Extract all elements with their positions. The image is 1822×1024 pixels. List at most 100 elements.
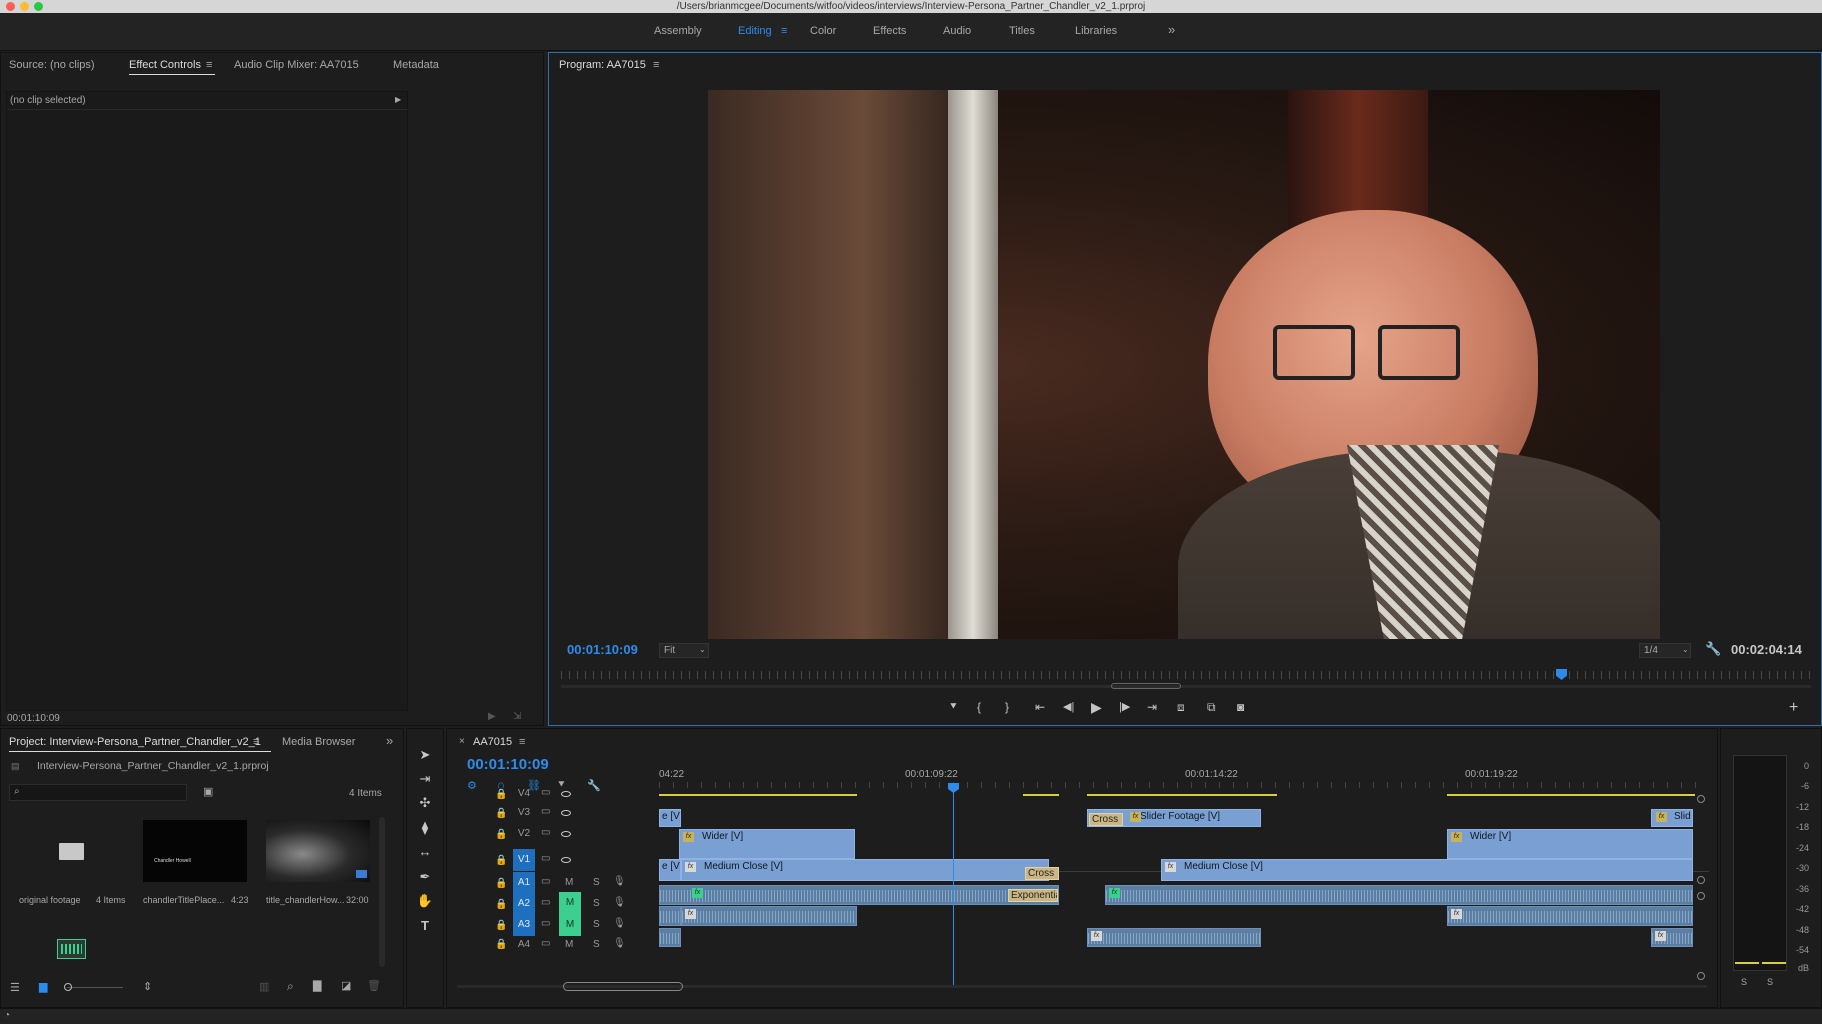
toggle-sync-icon[interactable]: ▭ — [541, 806, 550, 817]
tab-metadata[interactable]: Metadata — [393, 59, 439, 71]
solo-button[interactable]: S — [593, 919, 600, 930]
new-search-bin-icon[interactable]: ▣ — [203, 785, 213, 798]
zoom-scrollbar-thumb[interactable] — [1111, 683, 1181, 689]
exponential-fade-transition[interactable]: Exponentia — [1008, 889, 1058, 902]
ripple-edit-tool-icon[interactable]: ✣ — [414, 793, 436, 813]
eye-icon[interactable] — [561, 791, 571, 797]
eye-icon[interactable] — [561, 810, 571, 816]
mark-in-icon[interactable]: { — [977, 700, 981, 714]
lock-icon[interactable]: 🔒 — [495, 920, 507, 931]
microphone-icon[interactable]: 🎙 — [613, 938, 626, 949]
track-label[interactable]: A1 — [513, 872, 535, 894]
settings-wrench-icon[interactable]: 🔧 — [1705, 641, 1721, 657]
track-label[interactable]: V4 — [515, 788, 533, 799]
automate-sequence-icon[interactable]: ▥ — [259, 980, 269, 993]
clip-v3-head[interactable]: e [V] — [659, 809, 681, 827]
workspace-libraries[interactable]: Libraries — [1075, 25, 1117, 37]
tab-effect-controls[interactable]: Effect Controls — [129, 59, 201, 71]
go-to-out-icon[interactable]: ⇥ — [1147, 700, 1157, 714]
zoom-slider-thumb[interactable] — [64, 983, 72, 991]
sequence-tab[interactable]: AA7015 — [473, 736, 512, 748]
audio-clip-a3-head[interactable] — [659, 928, 681, 947]
track-resize-handle[interactable] — [1697, 892, 1705, 900]
toggle-sync-icon[interactable]: ▭ — [541, 876, 550, 887]
nest-icon[interactable]: ⚙ — [467, 779, 477, 792]
tab-audio-clip-mixer[interactable]: Audio Clip Mixer: AA7015 — [234, 59, 359, 71]
status-icon[interactable]: ◔ — [4, 1010, 10, 1021]
program-scrubber-ruler[interactable] — [561, 671, 1811, 679]
expand-arrow-icon[interactable]: ▶ — [395, 95, 401, 104]
track-label[interactable]: A3 — [513, 914, 535, 936]
tab-media-browser[interactable]: Media Browser — [282, 736, 355, 748]
sort-icon[interactable]: ⇕ — [143, 980, 152, 993]
zoom-scrollbar[interactable] — [561, 685, 1811, 688]
tab-source[interactable]: Source: (no clips) — [9, 59, 95, 71]
find-icon[interactable]: ⌕ — [287, 979, 294, 994]
microphone-icon[interactable]: 🎙 — [613, 918, 626, 929]
track-label[interactable]: V3 — [515, 807, 533, 818]
mute-button-active[interactable]: M — [559, 914, 581, 936]
track-resize-handle[interactable] — [1697, 876, 1705, 884]
audio-waveform-icon[interactable] — [57, 939, 86, 959]
lock-icon[interactable]: 🔒 — [495, 808, 507, 819]
microphone-icon[interactable]: 🎙 — [613, 876, 626, 887]
play-icon[interactable]: ▶ — [1091, 699, 1102, 716]
clear-icon[interactable]: 🗑 — [367, 979, 381, 992]
lock-icon[interactable]: 🔒 — [495, 878, 507, 889]
solo-button[interactable]: S — [593, 877, 600, 888]
lock-icon[interactable]: 🔒 — [495, 789, 507, 800]
timeline-timecode[interactable]: 00:01:10:09 — [467, 756, 549, 773]
list-view-icon[interactable]: ☰ — [10, 981, 20, 994]
audio-clip-a3-b[interactable]: fx — [1651, 928, 1693, 947]
workspace-effects[interactable]: Effects — [873, 25, 906, 37]
solo-left-button[interactable]: S — [1741, 977, 1747, 987]
panel-menu-icon[interactable]: ≡ — [519, 736, 525, 748]
type-tool-icon[interactable]: T — [414, 916, 436, 936]
lift-icon[interactable]: ⧈ — [1177, 700, 1185, 715]
extract-icon[interactable]: ⧉ — [1207, 700, 1216, 715]
resolution-select[interactable]: 1/4 ⌄ — [1639, 643, 1691, 658]
toggle-sync-icon[interactable]: ▭ — [541, 787, 550, 798]
toggle-sync-icon[interactable]: ▭ — [541, 918, 550, 929]
new-bin-icon[interactable]: ▇ — [313, 979, 321, 992]
clip-wider-b[interactable]: fx Wider [V] — [1447, 829, 1693, 859]
panel-menu-icon[interactable]: ≡ — [206, 59, 212, 71]
track-label[interactable]: V2 — [515, 828, 533, 839]
razor-tool-icon[interactable]: ⧫ — [414, 818, 436, 838]
mute-button[interactable]: M — [565, 939, 573, 950]
audio-clip-a2-a[interactable]: fx — [681, 906, 857, 926]
workspace-titles[interactable]: Titles — [1009, 25, 1035, 37]
track-select-tool-icon[interactable]: ⇥ — [414, 769, 436, 789]
toggle-sync-icon[interactable]: ▭ — [541, 827, 550, 838]
track-label[interactable]: A2 — [513, 893, 535, 915]
project-search-input[interactable]: ⌕ — [9, 784, 187, 801]
workspace-editing[interactable]: Editing — [738, 25, 772, 37]
timeline-settings-wrench-icon[interactable]: 🔧 — [587, 779, 601, 792]
eye-icon[interactable] — [561, 831, 571, 837]
timeline-ruler[interactable] — [659, 782, 1705, 788]
toggle-sync-icon[interactable]: ▭ — [541, 938, 550, 949]
lock-icon[interactable]: 🔒 — [495, 829, 507, 840]
toggle-sync-icon[interactable]: ▭ — [541, 897, 550, 908]
zoom-slider[interactable] — [67, 987, 123, 988]
lock-icon[interactable]: 🔒 — [495, 855, 507, 866]
microphone-icon[interactable]: 🎙 — [613, 897, 626, 908]
track-resize-handle[interactable] — [1697, 795, 1705, 803]
add-marker-icon[interactable]: ⯆ — [949, 701, 958, 714]
clip-v1-head[interactable]: e [V] — [659, 859, 681, 881]
toggle-sync-icon[interactable]: ▭ — [541, 853, 550, 864]
fit-select[interactable]: Fit ⌄ — [659, 643, 709, 658]
audio-clip-a1-a[interactable]: fx — [659, 885, 1059, 905]
step-back-icon[interactable]: ◀| — [1063, 700, 1074, 713]
timeline-zoom-thumb[interactable] — [563, 982, 683, 991]
solo-button[interactable]: S — [593, 898, 600, 909]
clip-thumbnail-title-placeholder[interactable]: Chandler Howell — [143, 820, 247, 882]
clip-slider-end[interactable]: fx Slid — [1651, 809, 1693, 827]
minimize-window-button[interactable] — [20, 2, 29, 11]
export-frame-camera-icon[interactable]: ◙ — [1237, 700, 1244, 714]
workspace-color[interactable]: Color — [810, 25, 836, 37]
more-workspaces-icon[interactable]: » — [1168, 22, 1175, 37]
clip-wider-a[interactable]: fx Wider [V] — [679, 829, 855, 859]
more-panels-icon[interactable]: » — [386, 733, 393, 748]
solo-button[interactable]: S — [593, 939, 600, 950]
